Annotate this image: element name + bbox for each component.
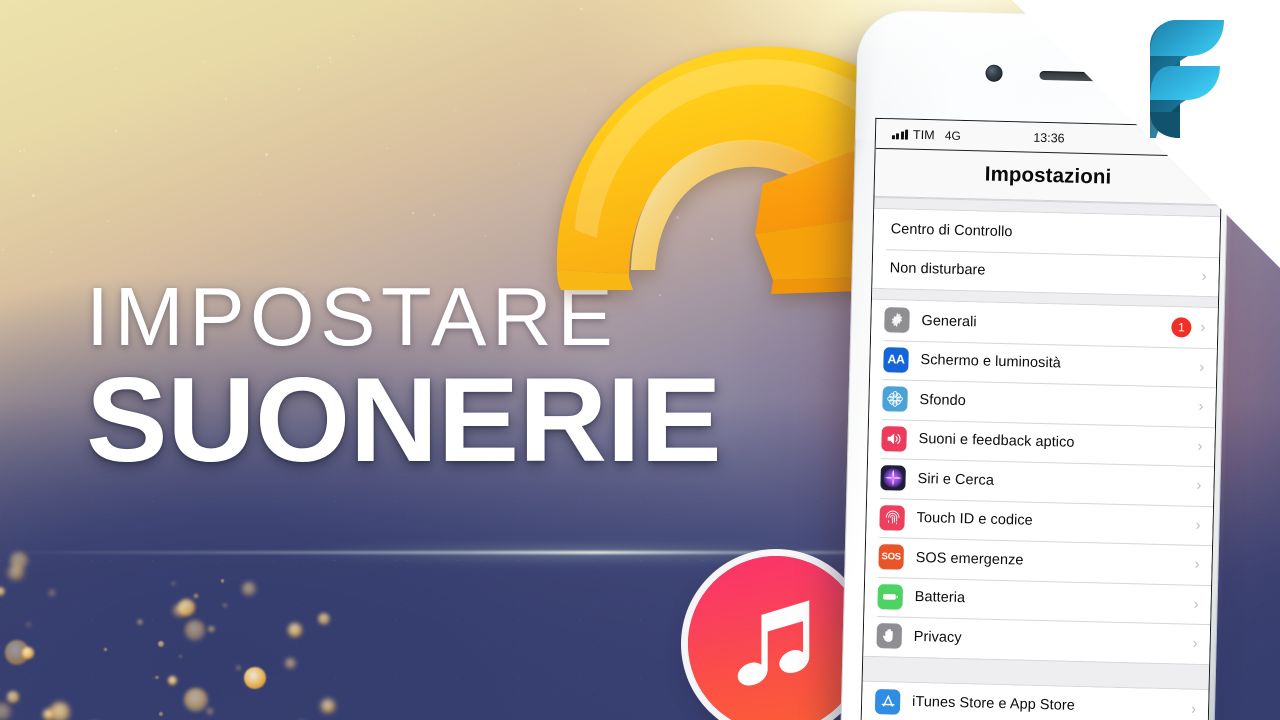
chevron-right-icon: › bbox=[1195, 516, 1201, 534]
chevron-right-icon: › bbox=[1197, 437, 1203, 455]
chevron-right-icon: › bbox=[1199, 358, 1205, 376]
settings-row-label: Sfondo bbox=[919, 391, 966, 410]
letter-f-logo bbox=[1136, 16, 1228, 142]
chevron-right-icon: › bbox=[1194, 556, 1200, 574]
speaker-volume-icon bbox=[881, 426, 907, 452]
chevron-right-icon: › bbox=[1200, 319, 1206, 337]
settings-group: Generali 1 › AA Schermo e luminosità › Sfondo ›… bbox=[863, 299, 1218, 664]
settings-row-label: Privacy bbox=[913, 628, 962, 647]
fingerprint-icon bbox=[879, 505, 905, 531]
settings-row-label: SOS emergenze bbox=[915, 549, 1024, 569]
hand-privacy-icon bbox=[876, 623, 903, 650]
chevron-right-icon: › bbox=[1201, 267, 1207, 285]
chevron-right-icon: › bbox=[1198, 398, 1204, 416]
settings-row[interactable]: Privacy › bbox=[863, 615, 1211, 664]
settings-row[interactable]: Non disturbare › bbox=[872, 248, 1220, 297]
settings-row-label: Siri e Cerca bbox=[917, 470, 995, 489]
bokeh-particles bbox=[0, 500, 400, 720]
headline-block: IMPOSTARE SUONERIE bbox=[86, 275, 906, 481]
chevron-right-icon: › bbox=[1190, 700, 1197, 718]
battery-icon bbox=[877, 583, 904, 610]
settings-row-label: Centro di Controllo bbox=[890, 221, 1013, 241]
settings-list: Centro di Controllo Non disturbare › Genera… bbox=[861, 197, 1221, 720]
app-store-icon bbox=[874, 688, 901, 715]
chevron-right-icon: › bbox=[1196, 477, 1202, 495]
notification-badge: 1 bbox=[1171, 317, 1192, 338]
aa-text-size-icon: AA bbox=[883, 347, 909, 373]
siri-orb-icon bbox=[880, 465, 906, 492]
settings-row-label: Batteria bbox=[914, 589, 966, 607]
headline-line-2: SUONERIE bbox=[86, 353, 722, 488]
chevron-right-icon: › bbox=[1193, 595, 1199, 613]
gear-icon bbox=[884, 307, 910, 334]
phone-screen: TIM 4G 13:36 Impostazioni Centro di Cont… bbox=[859, 117, 1224, 720]
settings-row-label: iTunes Store e App Store bbox=[911, 694, 1075, 715]
settings-row-label: Suoni e feedback aptico bbox=[918, 431, 1075, 452]
settings-row-label: Non disturbare bbox=[889, 260, 986, 280]
settings-row-label: Generali bbox=[921, 312, 977, 331]
settings-row-label: Schermo e luminosità bbox=[920, 352, 1062, 372]
settings-row-label: Touch ID e codice bbox=[916, 510, 1033, 530]
thumbnail-canvas: IMPOSTARE SUONERIE TIM 4G 13:36 Impostaz… bbox=[0, 0, 1280, 720]
settings-group: Centro di Controllo Non disturbare › bbox=[872, 209, 1221, 297]
sos-icon: SOS bbox=[878, 544, 904, 571]
wallpaper-flower-icon bbox=[882, 386, 908, 413]
chevron-right-icon: › bbox=[1192, 635, 1198, 653]
